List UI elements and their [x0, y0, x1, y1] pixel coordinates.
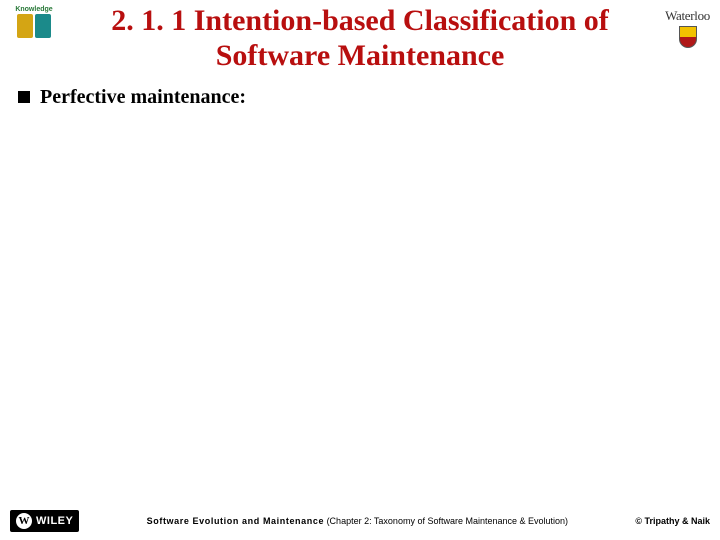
wiley-logo-text: WILEY: [36, 515, 73, 527]
bullet-item: Perfective maintenance:: [18, 86, 702, 109]
knowledge-logo-mark: [17, 14, 51, 38]
knowledge-logo-label: Knowledge: [15, 6, 52, 13]
title-line-1: 2. 1. 1 Intention-based Classification o…: [111, 4, 609, 37]
slide-title: 2. 1. 1 Intention-based Classification o…: [0, 0, 720, 73]
waterloo-logo: Waterloo: [665, 8, 710, 48]
waterloo-logo-text: Waterloo: [665, 8, 710, 24]
wiley-logo: W WILEY: [10, 510, 79, 532]
logo-half-teal: [35, 14, 51, 38]
footer-book-title: Software Evolution and Maintenance: [147, 516, 324, 526]
logo-half-gold: [17, 14, 33, 38]
footer-copyright: © Tripathy & Naik: [635, 516, 710, 526]
footer-chapter: (Chapter 2: Taxonomy of Software Mainten…: [324, 516, 568, 526]
slide-content: Perfective maintenance:: [18, 86, 702, 109]
bullet-text: Perfective maintenance:: [40, 86, 246, 109]
waterloo-shield-icon: [679, 26, 697, 48]
footer-center-text: Software Evolution and Maintenance (Chap…: [79, 516, 635, 526]
slide: Knowledge Waterloo 2. 1. 1 Intention-bas…: [0, 0, 720, 540]
knowledge-logo: Knowledge: [10, 6, 58, 46]
slide-footer: W WILEY Software Evolution and Maintenan…: [0, 510, 720, 532]
wiley-w-icon: W: [16, 513, 32, 529]
square-bullet-icon: [18, 91, 30, 103]
title-line-2: Software Maintenance: [216, 39, 505, 72]
